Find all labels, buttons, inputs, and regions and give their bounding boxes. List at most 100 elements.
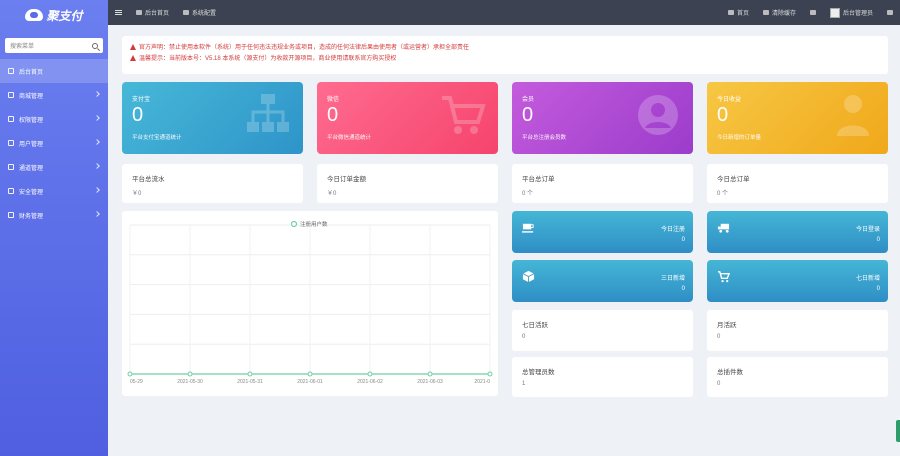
- x-tick-label: 2021-05-30: [177, 379, 203, 385]
- sidebar-item-6[interactable]: 财务管理: [0, 203, 108, 227]
- sitemap-icon: [247, 94, 289, 132]
- stat-sub: 平台总注册会员数: [522, 135, 567, 141]
- sidebar-item-label: 安全管理: [19, 189, 44, 196]
- mini-value: 0: [876, 237, 880, 243]
- notice-line-1: 官方声明：禁止使用本软件（系统）用于任何违法违规业务或项目，造成的任何法律后果由…: [130, 43, 880, 54]
- cloud-logo-icon: [25, 9, 44, 21]
- mini-value: 0: [681, 237, 685, 243]
- user-icon: [8, 140, 14, 146]
- registration-line-chart: 注册用户数 05-29 2021-05-30 2021-05-31 2021-06-01…: [127, 220, 493, 385]
- shield-icon: [8, 188, 14, 194]
- logo[interactable]: 聚支付: [0, 0, 108, 30]
- legend-label: 注册用户数: [300, 220, 328, 228]
- sidebar-item-label: 商城管理: [19, 93, 44, 100]
- info-label: 今日订单金额: [327, 176, 366, 183]
- info-label: 月活跃: [717, 322, 737, 329]
- sidebar-item-3[interactable]: 用户管理: [0, 131, 108, 155]
- info-card-admin-count: 总管理员数 1: [512, 357, 693, 397]
- info-label: 平台总流水: [132, 176, 165, 183]
- home-link-label: 首页: [736, 11, 749, 17]
- user-menu[interactable]: 后台管理员: [823, 0, 880, 25]
- tab-dashboard-label: 后台首页: [145, 11, 170, 17]
- tab-system-config[interactable]: 系统配置: [176, 0, 223, 25]
- user-circle-icon: [638, 95, 678, 135]
- coffee-cup-icon: [522, 223, 534, 233]
- chevron-left-icon: [94, 115, 100, 121]
- x-tick-label: 2021-05-31: [237, 379, 263, 385]
- stat-card-alipay: 支付宝 0 平台支付宝通道统计: [122, 82, 303, 154]
- sidebar-item-5[interactable]: 安全管理: [0, 179, 108, 203]
- data-point[interactable]: [307, 371, 313, 377]
- sidebar-item-label: 权限管理: [19, 117, 44, 124]
- truck-icon: [717, 223, 730, 233]
- stat-sub: 平台支付宝通道统计: [132, 135, 182, 141]
- stat-sub: 平台微信通道统计: [327, 135, 372, 141]
- topbar: 后台首页 系统配置 首页 清除缓存 后台管理员: [108, 0, 900, 25]
- info-label: 总插件数: [717, 369, 743, 376]
- x-tick-label: 2021-0: [474, 379, 490, 385]
- fullscreen-icon: [809, 10, 816, 15]
- x-tick-label: 2021-06-02: [357, 379, 383, 385]
- data-point[interactable]: [367, 371, 373, 377]
- trash-icon: [762, 10, 769, 15]
- stat-card-members: 会员 0 平台总注册会员数: [512, 82, 693, 154]
- sidebar: 聚支付 搜索菜单 后台首页商城管理权限管理用户管理通道管理安全管理财务管理: [0, 0, 108, 456]
- search-placeholder: 搜索菜单: [10, 44, 35, 50]
- tab-dashboard[interactable]: 后台首页: [129, 0, 176, 25]
- info-value: 0: [717, 381, 721, 387]
- chevron-left-icon: [94, 187, 100, 193]
- sidebar-item-0[interactable]: 后台首页: [0, 59, 108, 83]
- fullscreen-button[interactable]: [803, 0, 823, 25]
- info-label: 总管理员数: [522, 369, 555, 376]
- data-point[interactable]: [487, 371, 493, 377]
- sidebar-item-4[interactable]: 通道管理: [0, 155, 108, 179]
- menu-toggle-button[interactable]: [108, 0, 129, 25]
- info-value: 0: [717, 334, 721, 340]
- data-point[interactable]: [247, 371, 253, 377]
- warning-icon: [130, 44, 136, 50]
- mini-card-seven-day: 七日新增 0: [707, 260, 888, 302]
- search-icon[interactable]: [92, 42, 98, 49]
- mini-card-today-register: 今日注册 0: [512, 211, 693, 253]
- tab-system-config-label: 系统配置: [192, 11, 217, 17]
- data-point[interactable]: [127, 371, 133, 377]
- info-label: 平台总订单: [522, 176, 555, 183]
- warning-icon: [130, 55, 136, 61]
- gear-icon: [887, 10, 893, 15]
- x-tick-label: 2021-06-03: [417, 379, 443, 385]
- info-value: ￥0: [327, 191, 337, 197]
- home-icon: [136, 10, 142, 15]
- clear-cache-button[interactable]: 清除缓存: [756, 0, 803, 25]
- info-card-plugin-count: 总插件数 0: [707, 357, 888, 397]
- cube-icon: [522, 270, 535, 283]
- mini-value: 0: [876, 286, 880, 292]
- data-point[interactable]: [427, 371, 433, 377]
- stat-card-wechat: 微信 0 平台微信通道统计: [317, 82, 498, 154]
- menu-search-input[interactable]: 搜索菜单: [5, 38, 103, 53]
- info-card-total-orders: 平台总订单 0 个: [512, 164, 693, 203]
- legend-marker[interactable]: [290, 220, 298, 228]
- settings-button[interactable]: [880, 0, 900, 25]
- notice-line-2: 温馨提示：当前版本号：V5.18 本系统（源支付）为收款开源项目，商业使用请联系…: [130, 54, 880, 65]
- info-value: 0 个: [717, 191, 729, 197]
- mini-card-today-login: 今日登录 0: [707, 211, 888, 253]
- data-point[interactable]: [187, 371, 193, 377]
- info-card-monthly-active: 月活跃 0: [707, 310, 888, 351]
- info-card-today-orders: 今日总订单 0 个: [707, 164, 888, 203]
- info-card-seven-day-active: 七日活跃 0: [512, 310, 693, 351]
- notice-text-1: 官方声明：禁止使用本软件（系统）用于任何违法违规业务或项目，造成的任何法律后果由…: [139, 45, 470, 51]
- x-tick-label: 2021-06-01: [297, 379, 323, 385]
- info-label: 今日总订单: [717, 176, 750, 183]
- info-value: 1: [522, 381, 526, 387]
- mini-value: 0: [681, 286, 685, 292]
- sidebar-item-label: 用户管理: [19, 141, 44, 148]
- sidebar-item-1[interactable]: 商城管理: [0, 83, 108, 107]
- info-value: 0 个: [522, 191, 534, 197]
- money-icon: [8, 212, 14, 218]
- sidebar-item-2[interactable]: 权限管理: [0, 107, 108, 131]
- notice-panel: 官方声明：禁止使用本软件（系统）用于任何违法违规业务或项目，造成的任何法律后果由…: [122, 36, 888, 74]
- home-icon: [8, 68, 14, 74]
- home-link[interactable]: 首页: [721, 0, 756, 25]
- floating-side-button[interactable]: [896, 420, 900, 442]
- stat-card-today-revenue: 今日收益 0 今日新增的订单量: [707, 82, 888, 154]
